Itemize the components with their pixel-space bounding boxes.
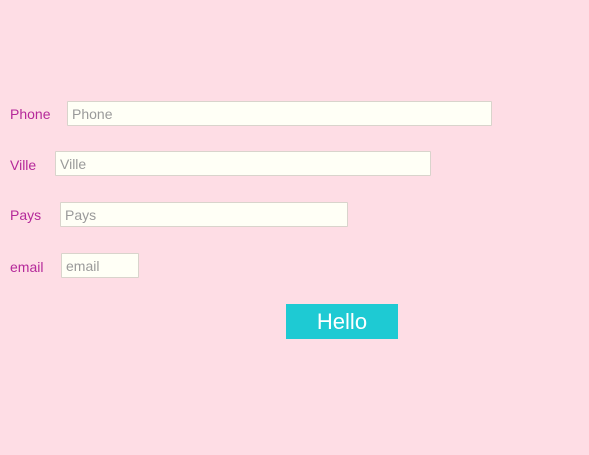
email-label: email	[10, 259, 44, 275]
ville-input[interactable]	[55, 151, 431, 176]
pays-input[interactable]	[60, 202, 348, 227]
phone-label: Phone	[10, 106, 51, 122]
ville-label: Ville	[10, 157, 37, 173]
hello-button[interactable]: Hello	[286, 304, 398, 339]
email-input[interactable]	[61, 253, 139, 278]
phone-input[interactable]	[67, 101, 492, 126]
pays-label: Pays	[10, 207, 42, 223]
